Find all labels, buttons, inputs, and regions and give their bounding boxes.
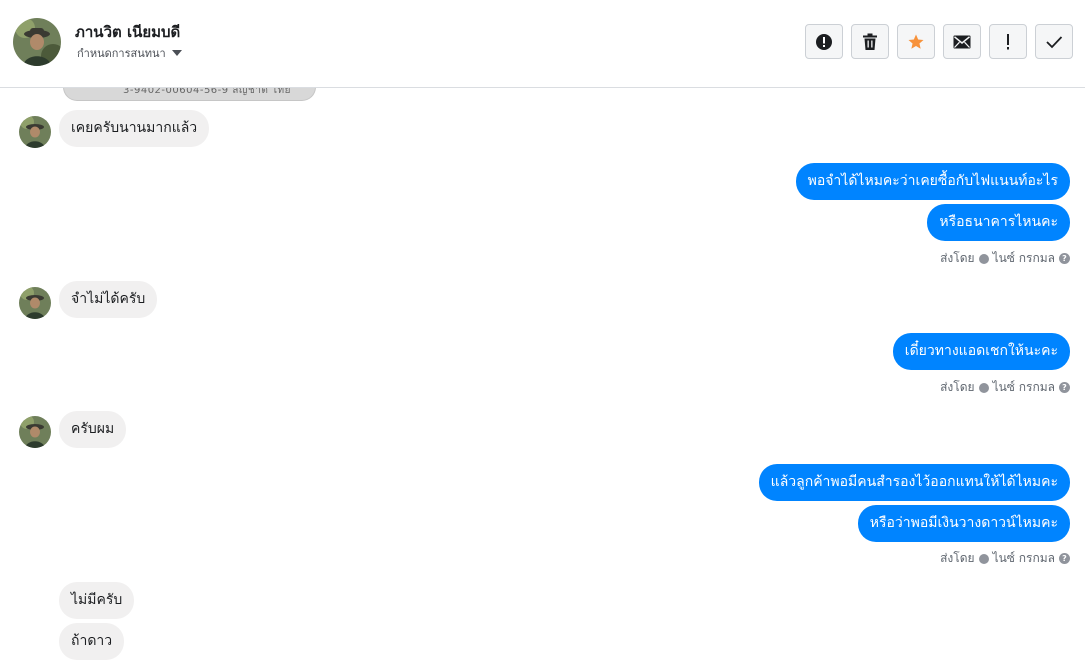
- conversation-actions: [805, 24, 1073, 59]
- message-thread[interactable]: 3-9402-00604-56-9 สัญชาติ ไทย เคยครับนาน…: [0, 88, 1085, 665]
- messenger-conversation: ภานวิต เนียมบดี กำหนดการสนทนา 3-9402-006…: [0, 0, 1085, 665]
- conversation-header: ภานวิต เนียมบดี กำหนดการสนทนา: [0, 0, 1085, 88]
- sent-by-info: ส่งโดย ไนซ์ กรกมล ?: [940, 378, 1070, 397]
- sender-avatar[interactable]: [19, 416, 51, 448]
- exclamation-icon: [1007, 33, 1009, 49]
- conversation-menu-label: กำหนดการสนทนา: [77, 47, 166, 60]
- message-bubble-incoming[interactable]: ไม่มีครับ: [59, 582, 135, 619]
- delete-button[interactable]: [851, 24, 889, 59]
- verified-icon: [978, 553, 989, 564]
- sent-by-author: ไนซ์ กรกมล: [992, 251, 1055, 265]
- mark-unread-button[interactable]: [943, 24, 981, 59]
- message-bubble-outgoing[interactable]: แล้วลูกค้าพอมีคนสำรองไว้ออกแทนให้ได้ไหมค…: [758, 464, 1070, 501]
- message-bubble-outgoing[interactable]: พอจำได้ไหมคะว่าเคยซื้อกับไฟแนนท์อะไร: [795, 163, 1070, 200]
- verified-icon: [978, 382, 989, 393]
- message-bubble-incoming[interactable]: ถ้าดาว: [59, 623, 125, 660]
- spam-button[interactable]: [989, 24, 1027, 59]
- checkmark-icon: [1046, 35, 1063, 48]
- sent-by-author: ไนซ์ กรกมล: [992, 551, 1055, 565]
- star-button[interactable]: [897, 24, 935, 59]
- envelope-icon: [953, 35, 971, 48]
- sent-by-label: ส่งโดย: [940, 551, 975, 565]
- sent-by-label: ส่งโดย: [940, 251, 975, 265]
- alert-circle-icon: [816, 33, 832, 50]
- message-bubble-outgoing[interactable]: หรือธนาคารไหนคะ: [927, 204, 1070, 241]
- sent-by-info: ส่งโดย ไนซ์ กรกมล ?: [940, 249, 1070, 268]
- sender-avatar[interactable]: [19, 116, 51, 148]
- verified-icon: [978, 253, 989, 264]
- help-icon[interactable]: ?: [1059, 382, 1070, 393]
- star-icon: [908, 34, 924, 49]
- message-bubble-outgoing[interactable]: เดี๋ยวทางแอดเชกให้นะคะ: [892, 333, 1070, 370]
- trash-icon: [863, 33, 877, 50]
- sent-by-author: ไนซ์ กรกมล: [992, 380, 1055, 394]
- help-icon[interactable]: ?: [1059, 553, 1070, 564]
- conversation-menu[interactable]: กำหนดการสนทนา: [77, 44, 182, 62]
- caret-down-icon: [171, 50, 182, 56]
- message-bubble-outgoing[interactable]: หรือว่าพอมีเงินวางดาวน์ไหมคะ: [857, 505, 1070, 542]
- help-icon[interactable]: ?: [1059, 253, 1070, 264]
- mark-done-button[interactable]: [1035, 24, 1073, 59]
- alert-button[interactable]: [805, 24, 843, 59]
- id-card-image[interactable]: 3-9402-00604-56-9 สัญชาติ ไทย: [63, 88, 316, 101]
- message-bubble-incoming[interactable]: ครับผม: [59, 411, 127, 448]
- sent-by-info: ส่งโดย ไนซ์ กรกมล ?: [940, 549, 1070, 568]
- contact-name[interactable]: ภานวิต เนียมบดี: [75, 20, 180, 44]
- message-bubble-incoming[interactable]: จำไม่ได้ครับ: [59, 281, 158, 318]
- message-bubble-incoming[interactable]: เคยครับนานมากแล้ว: [59, 110, 210, 147]
- sent-by-label: ส่งโดย: [940, 380, 975, 394]
- id-card-text: 3-9402-00604-56-9 สัญชาติ ไทย: [123, 88, 292, 96]
- sender-avatar[interactable]: [19, 287, 51, 319]
- contact-avatar[interactable]: [13, 18, 61, 66]
